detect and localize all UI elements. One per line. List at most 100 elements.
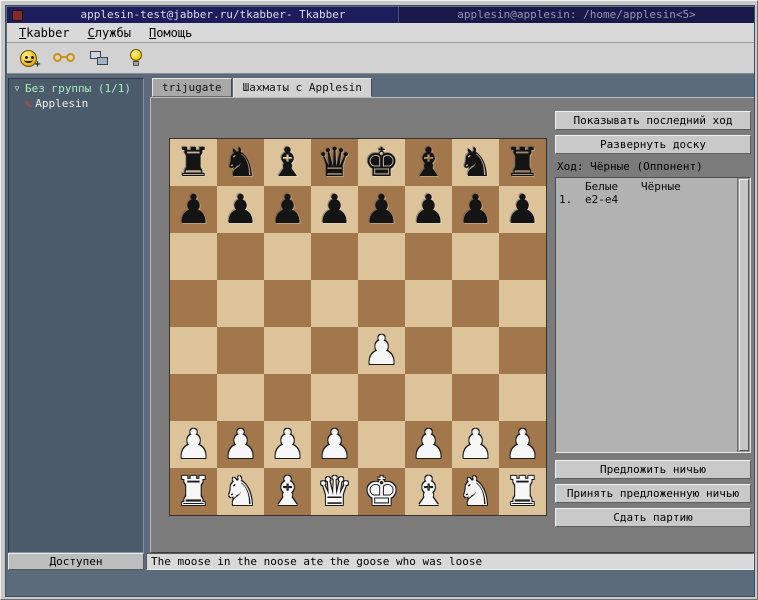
square-g3[interactable]	[452, 374, 499, 421]
square-g6[interactable]	[452, 233, 499, 280]
square-d7[interactable]: ♟	[311, 186, 358, 233]
square-e8[interactable]: ♚	[358, 139, 405, 186]
status-message[interactable]: The moose in the noose ate the goose who…	[146, 553, 754, 570]
square-a4[interactable]	[170, 327, 217, 374]
square-c5[interactable]	[264, 280, 311, 327]
square-b1[interactable]: ♞	[217, 468, 264, 515]
square-d5[interactable]	[311, 280, 358, 327]
square-b7[interactable]: ♟	[217, 186, 264, 233]
square-f4[interactable]	[405, 327, 452, 374]
square-b2[interactable]: ♟	[217, 421, 264, 468]
square-g1[interactable]: ♞	[452, 468, 499, 515]
square-d8[interactable]: ♛	[311, 139, 358, 186]
square-b5[interactable]	[217, 280, 264, 327]
move-row[interactable]: 1.e2-e4	[559, 193, 734, 206]
resign-button[interactable]: Сдать партию	[555, 508, 751, 527]
smiley-plus-icon: +	[20, 50, 37, 67]
menu-help[interactable]: Помощь	[140, 24, 201, 42]
tab-trijugate[interactable]: trijugate	[152, 78, 232, 97]
roster-contact-applesin[interactable]: ✎Applesin	[12, 97, 140, 110]
square-h2[interactable]: ♟	[499, 421, 546, 468]
square-b8[interactable]: ♞	[217, 139, 264, 186]
square-b6[interactable]	[217, 233, 264, 280]
group-label: Без группы (1/1)	[25, 82, 131, 95]
square-h3[interactable]	[499, 374, 546, 421]
scrollbar-thumb[interactable]	[739, 179, 749, 451]
square-d6[interactable]	[311, 233, 358, 280]
titlebar[interactable]: applesin-test@jabber.ru/tkabber- Tkabber…	[7, 7, 754, 23]
add-contact-button[interactable]: +	[15, 45, 41, 71]
square-f8[interactable]: ♝	[405, 139, 452, 186]
square-f2[interactable]: ♟	[405, 421, 452, 468]
square-a7[interactable]: ♟	[170, 186, 217, 233]
square-g4[interactable]	[452, 327, 499, 374]
square-g7[interactable]: ♟	[452, 186, 499, 233]
tab-chess-with-applesin[interactable]: Шахматы с Applesin	[233, 78, 372, 97]
offer-draw-button[interactable]: Предложить ничью	[555, 460, 751, 479]
square-c7[interactable]: ♟	[264, 186, 311, 233]
square-d4[interactable]	[311, 327, 358, 374]
square-h1[interactable]: ♜	[499, 468, 546, 515]
white-pawn: ♟	[176, 425, 212, 465]
square-e1[interactable]: ♚	[358, 468, 405, 515]
taskbar-window-button[interactable]: applesin@applesin: /home/applesin<5>	[398, 7, 754, 23]
square-d1[interactable]: ♛	[311, 468, 358, 515]
square-a5[interactable]	[170, 280, 217, 327]
square-a1[interactable]: ♜	[170, 468, 217, 515]
square-f3[interactable]	[405, 374, 452, 421]
square-a6[interactable]	[170, 233, 217, 280]
groupchat-icon	[90, 50, 110, 67]
accept-draw-button[interactable]: Принять предложенную ничью	[555, 484, 751, 503]
move-list[interactable]: Белые Чёрные 1.e2-e4	[555, 177, 751, 453]
square-c8[interactable]: ♝	[264, 139, 311, 186]
square-f1[interactable]: ♝	[405, 468, 452, 515]
move-list-scrollbar[interactable]	[737, 178, 750, 452]
square-f5[interactable]	[405, 280, 452, 327]
square-e3[interactable]	[358, 374, 405, 421]
square-c3[interactable]	[264, 374, 311, 421]
square-e7[interactable]: ♟	[358, 186, 405, 233]
square-a2[interactable]: ♟	[170, 421, 217, 468]
menu-services[interactable]: Службы	[79, 24, 140, 42]
square-g8[interactable]: ♞	[452, 139, 499, 186]
square-a3[interactable]	[170, 374, 217, 421]
square-h6[interactable]	[499, 233, 546, 280]
presence-status-button[interactable]: Доступен	[8, 553, 144, 570]
chat-notebook: trijugateШахматы с Applesin ♜♞♝♛♚♝♞♜♟♟♟♟…	[150, 78, 755, 553]
flip-board-button[interactable]: Развернуть доску	[555, 135, 751, 154]
show-last-move-button[interactable]: Показывать последний ход	[555, 111, 751, 130]
square-e6[interactable]	[358, 233, 405, 280]
black-bishop: ♝	[270, 143, 306, 183]
black-pawn: ♟	[223, 190, 259, 230]
square-d3[interactable]	[311, 374, 358, 421]
square-e2[interactable]	[358, 421, 405, 468]
square-c6[interactable]	[264, 233, 311, 280]
services-button[interactable]	[51, 45, 77, 71]
presence-button[interactable]	[123, 45, 149, 71]
square-a8[interactable]: ♜	[170, 139, 217, 186]
square-h7[interactable]: ♟	[499, 186, 546, 233]
square-g5[interactable]	[452, 280, 499, 327]
window-menu-icon[interactable]	[12, 10, 23, 21]
square-c4[interactable]	[264, 327, 311, 374]
move-white: e2-e4	[585, 193, 641, 206]
square-d2[interactable]: ♟	[311, 421, 358, 468]
square-b4[interactable]	[217, 327, 264, 374]
menu-tkabber[interactable]: Tkabber	[10, 24, 79, 42]
square-f7[interactable]: ♟	[405, 186, 452, 233]
square-c1[interactable]: ♝	[264, 468, 311, 515]
square-h5[interactable]	[499, 280, 546, 327]
square-f6[interactable]	[405, 233, 452, 280]
roster-group[interactable]: ▽ Без группы (1/1)	[12, 82, 140, 95]
square-e4[interactable]: ♟	[358, 327, 405, 374]
black-queen: ♛	[317, 143, 353, 183]
square-h4[interactable]	[499, 327, 546, 374]
square-b3[interactable]	[217, 374, 264, 421]
square-c2[interactable]: ♟	[264, 421, 311, 468]
square-h8[interactable]: ♜	[499, 139, 546, 186]
conference-button[interactable]	[87, 45, 113, 71]
group-expander-icon[interactable]: ▽	[12, 84, 22, 93]
square-e5[interactable]	[358, 280, 405, 327]
black-knight: ♞	[458, 143, 494, 183]
square-g2[interactable]: ♟	[452, 421, 499, 468]
